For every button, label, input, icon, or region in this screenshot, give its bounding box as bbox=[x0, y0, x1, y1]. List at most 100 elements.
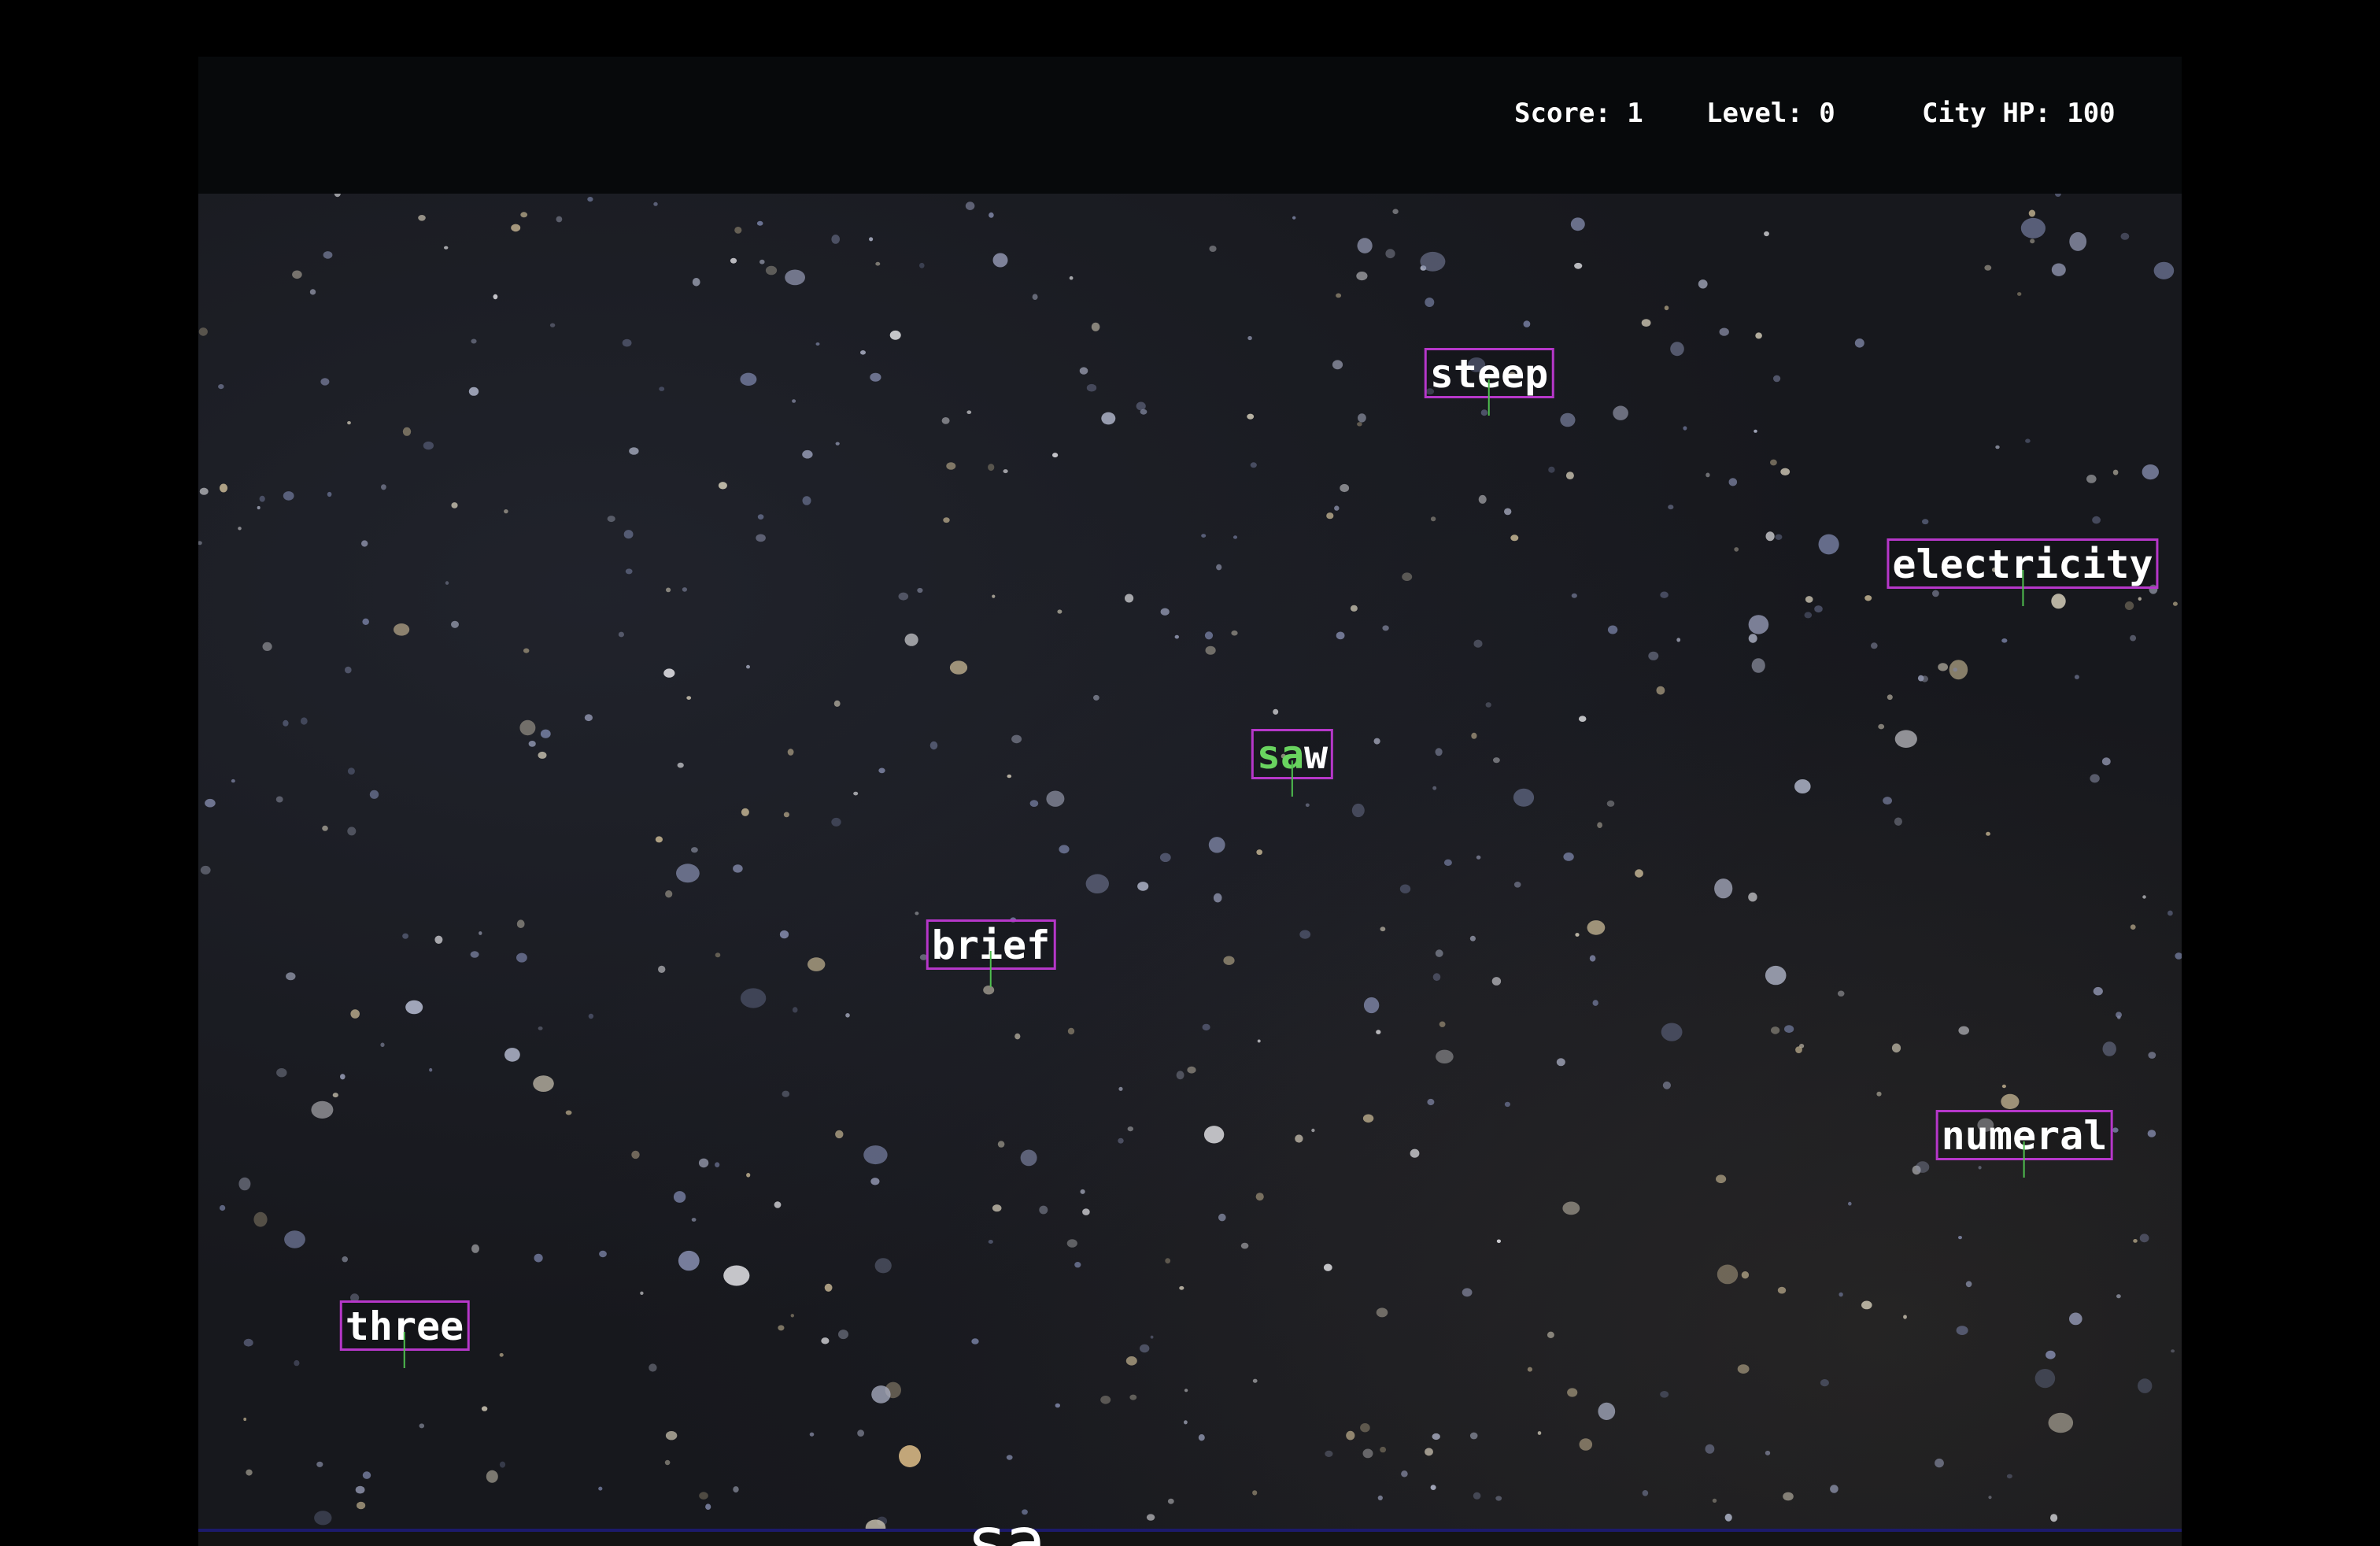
enemy-word-brief: brief bbox=[926, 919, 1056, 987]
star-dot bbox=[504, 509, 508, 514]
star-dot bbox=[2069, 1312, 2082, 1326]
star-dot bbox=[808, 957, 826, 971]
star-dot bbox=[2017, 292, 2022, 296]
star-dot bbox=[658, 965, 666, 973]
star-dot bbox=[1401, 1470, 1408, 1478]
star-dot bbox=[1201, 534, 1207, 538]
star-dot bbox=[1118, 1137, 1124, 1144]
word-stem bbox=[2023, 1141, 2025, 1178]
star-dot bbox=[1878, 723, 1885, 730]
star-dot bbox=[640, 1291, 644, 1296]
star-dot bbox=[1938, 663, 1949, 671]
star-dot bbox=[949, 660, 968, 675]
star-dot bbox=[1837, 990, 1845, 997]
star-dot bbox=[1765, 1450, 1771, 1455]
star-dot bbox=[757, 514, 764, 520]
score-display: Score: 1 bbox=[1514, 98, 1643, 129]
star-dot bbox=[2074, 675, 2079, 679]
star-dot bbox=[1204, 631, 1214, 640]
star-dot bbox=[677, 762, 684, 768]
star-dot bbox=[323, 251, 333, 259]
star-dot bbox=[1537, 1431, 1542, 1435]
star-dot bbox=[1247, 413, 1255, 420]
star-dot bbox=[756, 534, 766, 542]
star-dot bbox=[1136, 401, 1146, 411]
star-dot bbox=[481, 1406, 488, 1411]
star-dot bbox=[1176, 1071, 1184, 1080]
level-display: Level: 0 bbox=[1706, 98, 1835, 129]
star-dot bbox=[802, 496, 811, 505]
star-dot bbox=[445, 581, 449, 585]
word-stem bbox=[989, 951, 992, 987]
star-dot bbox=[831, 817, 841, 827]
star-dot bbox=[243, 1338, 253, 1347]
star-dot bbox=[1074, 1262, 1081, 1268]
star-dot bbox=[1804, 612, 1813, 619]
star-dot bbox=[1350, 605, 1358, 612]
star-dot bbox=[833, 700, 841, 707]
star-dot bbox=[1748, 892, 1757, 902]
star-dot bbox=[2092, 516, 2101, 524]
star-dot bbox=[1777, 1286, 1787, 1294]
star-dot bbox=[599, 1250, 607, 1258]
star-dot bbox=[1165, 1258, 1171, 1264]
star-dot bbox=[2172, 601, 2178, 606]
star-dot bbox=[835, 442, 840, 446]
star-dot bbox=[257, 505, 261, 510]
star-dot bbox=[2090, 774, 2100, 783]
star-dot bbox=[860, 350, 866, 355]
star-dot bbox=[665, 1431, 678, 1441]
star-dot bbox=[1935, 1458, 1944, 1468]
star-dot bbox=[746, 1173, 751, 1178]
star-dot bbox=[423, 441, 434, 450]
star-dot bbox=[1425, 1448, 1433, 1456]
star-dot bbox=[1556, 1058, 1565, 1067]
word-remaining-part: w bbox=[1304, 732, 1329, 778]
star-dot bbox=[1894, 730, 1917, 748]
star-dot bbox=[1351, 803, 1365, 818]
star-dot bbox=[451, 620, 459, 628]
star-dot bbox=[723, 1265, 750, 1286]
star-dot bbox=[1917, 675, 1924, 682]
star-dot bbox=[381, 484, 386, 490]
star-dot bbox=[1563, 853, 1574, 861]
star-dot bbox=[598, 1486, 603, 1491]
star-dot bbox=[2086, 475, 2097, 483]
star-dot bbox=[1218, 1213, 1226, 1222]
star-dot bbox=[1231, 630, 1238, 636]
star-dot bbox=[1216, 564, 1222, 571]
star-dot bbox=[1029, 800, 1039, 807]
star-dot bbox=[1903, 1315, 1907, 1319]
star-dot bbox=[2006, 1474, 2012, 1479]
typing-input-bar[interactable]: sa bbox=[198, 1508, 2182, 1546]
star-dot bbox=[889, 330, 901, 340]
star-dot bbox=[1332, 360, 1343, 370]
game-frame: Score: 1 Level: 0 City HP: 100 steep ele… bbox=[198, 57, 2182, 1546]
star-dot bbox=[419, 1423, 425, 1429]
star-dot bbox=[1660, 1391, 1669, 1398]
star-dot bbox=[434, 935, 443, 944]
star-dot bbox=[692, 278, 700, 287]
star-dot bbox=[715, 1162, 720, 1167]
star-dot bbox=[941, 417, 950, 424]
star-dot bbox=[2112, 1127, 2119, 1133]
star-dot bbox=[1093, 694, 1099, 701]
star-dot bbox=[294, 1359, 300, 1367]
star-dot bbox=[741, 808, 749, 816]
star-dot bbox=[1174, 634, 1180, 639]
star-dot bbox=[663, 668, 675, 678]
star-dot bbox=[1325, 1450, 1333, 1457]
star-dot bbox=[1247, 335, 1252, 341]
star-dot bbox=[1326, 512, 1334, 520]
star-dot bbox=[2101, 757, 2111, 766]
typed-input-text[interactable]: sa bbox=[970, 1508, 1047, 1546]
star-dot bbox=[733, 864, 743, 873]
star-dot bbox=[1648, 651, 1659, 660]
star-dot bbox=[362, 618, 369, 625]
star-dot bbox=[1794, 779, 1811, 793]
star-dot bbox=[1613, 405, 1628, 420]
star-dot bbox=[311, 1100, 334, 1119]
star-dot bbox=[538, 751, 547, 759]
star-dot bbox=[1305, 803, 1310, 808]
star-dot bbox=[1864, 595, 1872, 601]
